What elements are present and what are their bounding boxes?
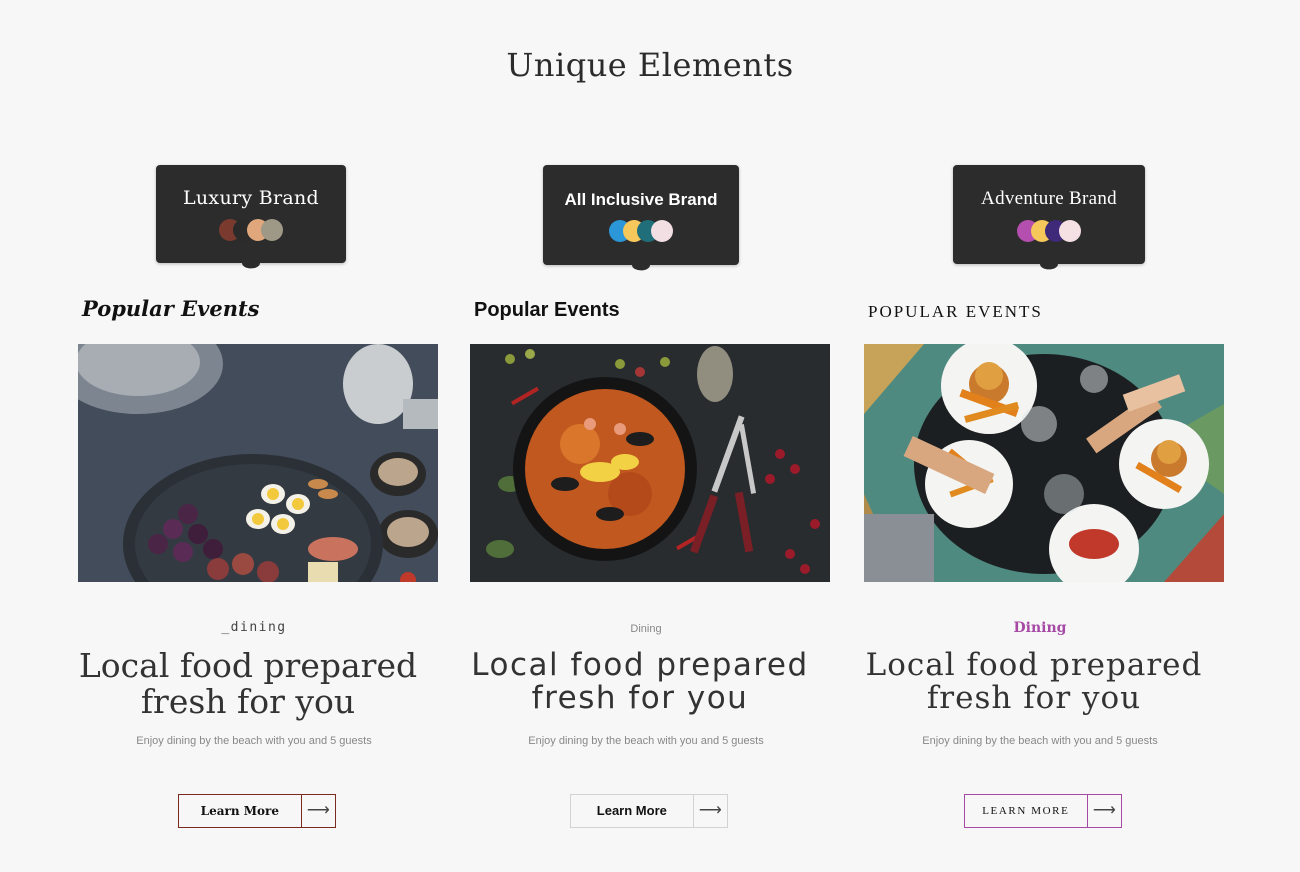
headline-line-2: fresh for you <box>140 682 356 721</box>
card-adventure: Adventure Brand POPULAR EVENTS Dining Lo… <box>864 0 1224 872</box>
headline-line-1: Local food prepared <box>471 647 809 683</box>
button-label: Learn More <box>596 803 667 818</box>
brand-tooltip: Adventure Brand <box>953 165 1145 264</box>
brand-label: All Inclusive Brand <box>564 190 718 209</box>
brand-tooltip: Luxury Brand <box>156 165 346 263</box>
category-label: Dining <box>630 623 662 635</box>
headline: Local food prepared fresh for you <box>68 648 428 720</box>
button-label: Learn More <box>200 804 279 818</box>
brand-tooltip: All Inclusive Brand <box>543 165 739 265</box>
arrow-right-icon: ⟶ <box>300 795 335 827</box>
learn-more-button[interactable]: Learn More ⟶ <box>178 794 336 828</box>
description: Enjoy dining by the beach with you and 5… <box>136 735 372 747</box>
headline: Local food prepared fresh for you <box>854 649 1214 715</box>
learn-more-button[interactable]: LEARN MORE ⟶ <box>964 794 1122 828</box>
color-swatch <box>261 219 283 241</box>
food-photo <box>78 344 438 582</box>
section-heading: Popular Events <box>82 296 260 321</box>
section-heading: Popular Events <box>474 299 620 321</box>
description: Enjoy dining by the beach with you and 5… <box>528 735 764 747</box>
description: Enjoy dining by the beach with you and 5… <box>922 735 1158 747</box>
color-swatches <box>953 220 1145 242</box>
learn-more-button[interactable]: Learn More ⟶ <box>570 794 728 828</box>
card-all-inclusive: All Inclusive Brand Popular Events Dinin… <box>470 0 830 872</box>
category-label: _dining <box>221 620 287 635</box>
arrow-right-icon: ⟶ <box>692 795 727 827</box>
food-photo <box>864 344 1224 582</box>
headline-line-2: fresh for you <box>531 680 749 716</box>
color-swatch <box>1059 220 1081 242</box>
button-label: LEARN MORE <box>982 805 1070 817</box>
headline-line-2: fresh for you <box>926 680 1142 716</box>
category-label: Dining <box>1013 620 1067 636</box>
headline-line-1: Local food prepared <box>78 646 418 685</box>
color-swatch <box>651 220 673 242</box>
card-luxury: Luxury Brand Popular Events _dining Loca… <box>78 0 438 872</box>
arrow-right-icon: ⟶ <box>1086 795 1121 827</box>
color-swatches <box>156 219 346 241</box>
color-swatches <box>543 220 739 242</box>
brand-label: Luxury Brand <box>182 187 320 209</box>
section-heading: POPULAR EVENTS <box>868 302 1043 321</box>
headline-line-1: Local food prepared <box>865 647 1203 683</box>
brand-label: Adventure Brand <box>981 188 1117 209</box>
headline: Local food prepared fresh for you <box>460 649 820 715</box>
food-photo <box>470 344 830 582</box>
